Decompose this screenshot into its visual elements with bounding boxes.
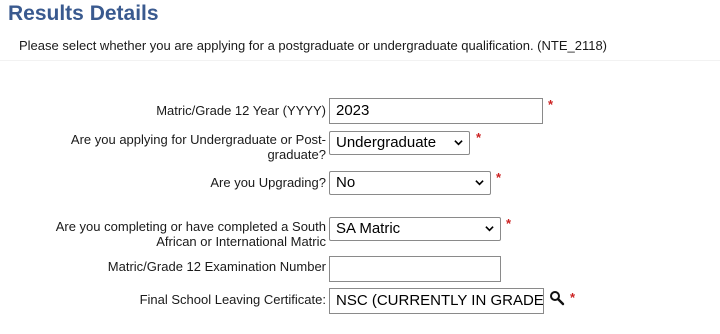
upgrading-select[interactable]: No xyxy=(329,171,491,195)
required-marker: * xyxy=(548,97,554,112)
level-select-value: Undergraduate xyxy=(336,134,437,151)
required-marker: * xyxy=(570,290,576,305)
required-marker: * xyxy=(476,130,482,145)
matric-year-input[interactable]: 2023 xyxy=(329,98,543,124)
matric-type-label: Are you completing or have completed a S… xyxy=(56,219,326,249)
level-label: Are you applying for Undergraduate or Po… xyxy=(71,132,326,162)
matric-type-label-line2: African or International Matric xyxy=(156,234,326,249)
chevron-down-icon xyxy=(475,180,484,186)
required-marker: * xyxy=(506,216,512,231)
certificate-label: Final School Leaving Certificate: xyxy=(139,292,326,307)
upgrading-label: Are you Upgrading? xyxy=(210,175,326,190)
matric-type-select-value: SA Matric xyxy=(336,220,401,237)
upgrading-select-value: No xyxy=(336,174,356,191)
level-label-line2: graduate? xyxy=(267,147,326,162)
matric-type-label-line1: Are you completing or have completed a S… xyxy=(55,219,326,234)
exam-number-input[interactable] xyxy=(329,256,501,282)
level-label-line1: Are you applying for Undergraduate or Po… xyxy=(70,132,326,147)
divider xyxy=(0,60,720,61)
level-select[interactable]: Undergraduate xyxy=(329,131,470,155)
chevron-down-icon xyxy=(485,226,494,232)
exam-number-label: Matric/Grade 12 Examination Number xyxy=(107,259,326,274)
certificate-input[interactable]: NSC (CURRENTLY IN GRADE 12) xyxy=(329,288,544,314)
page-subtitle: Please select whether you are applying f… xyxy=(19,38,608,53)
matric-year-label: Matric/Grade 12 Year (YYYY) xyxy=(156,103,326,118)
required-marker: * xyxy=(496,170,502,185)
chevron-down-icon xyxy=(454,140,463,146)
matric-type-select[interactable]: SA Matric xyxy=(329,217,501,241)
search-icon[interactable] xyxy=(549,290,565,306)
page-title: Results Details xyxy=(8,2,159,25)
